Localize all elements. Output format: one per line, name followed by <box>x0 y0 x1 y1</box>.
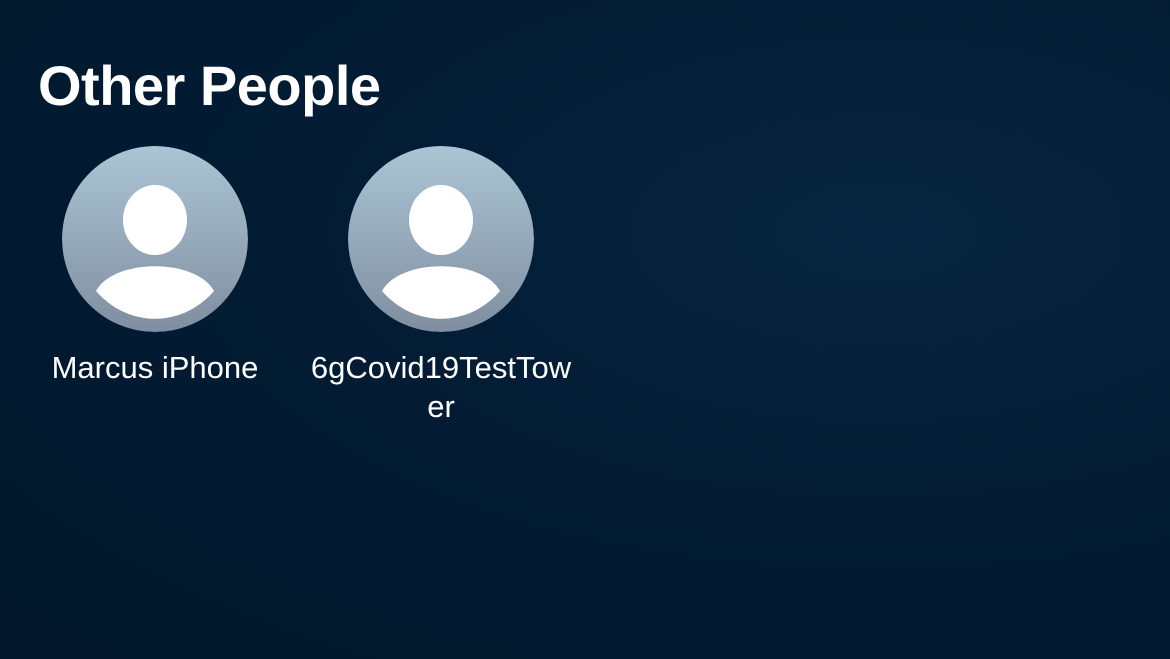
person-name: 6gCovid19TestTower <box>310 350 572 424</box>
avatar[interactable] <box>62 146 248 332</box>
person-item-6gcovid19testtower[interactable]: 6gCovid19TestTower <box>306 146 576 426</box>
person-item-marcus-iphone[interactable]: Marcus iPhone <box>20 146 290 426</box>
person-placeholder-icon <box>348 146 534 332</box>
person-name: Marcus iPhone <box>51 350 259 385</box>
avatar[interactable] <box>348 146 534 332</box>
person-placeholder-icon <box>62 146 248 332</box>
people-list: Marcus iPhone 6gCovid19TestTower <box>20 146 592 426</box>
section-title: Other People <box>38 54 381 117</box>
